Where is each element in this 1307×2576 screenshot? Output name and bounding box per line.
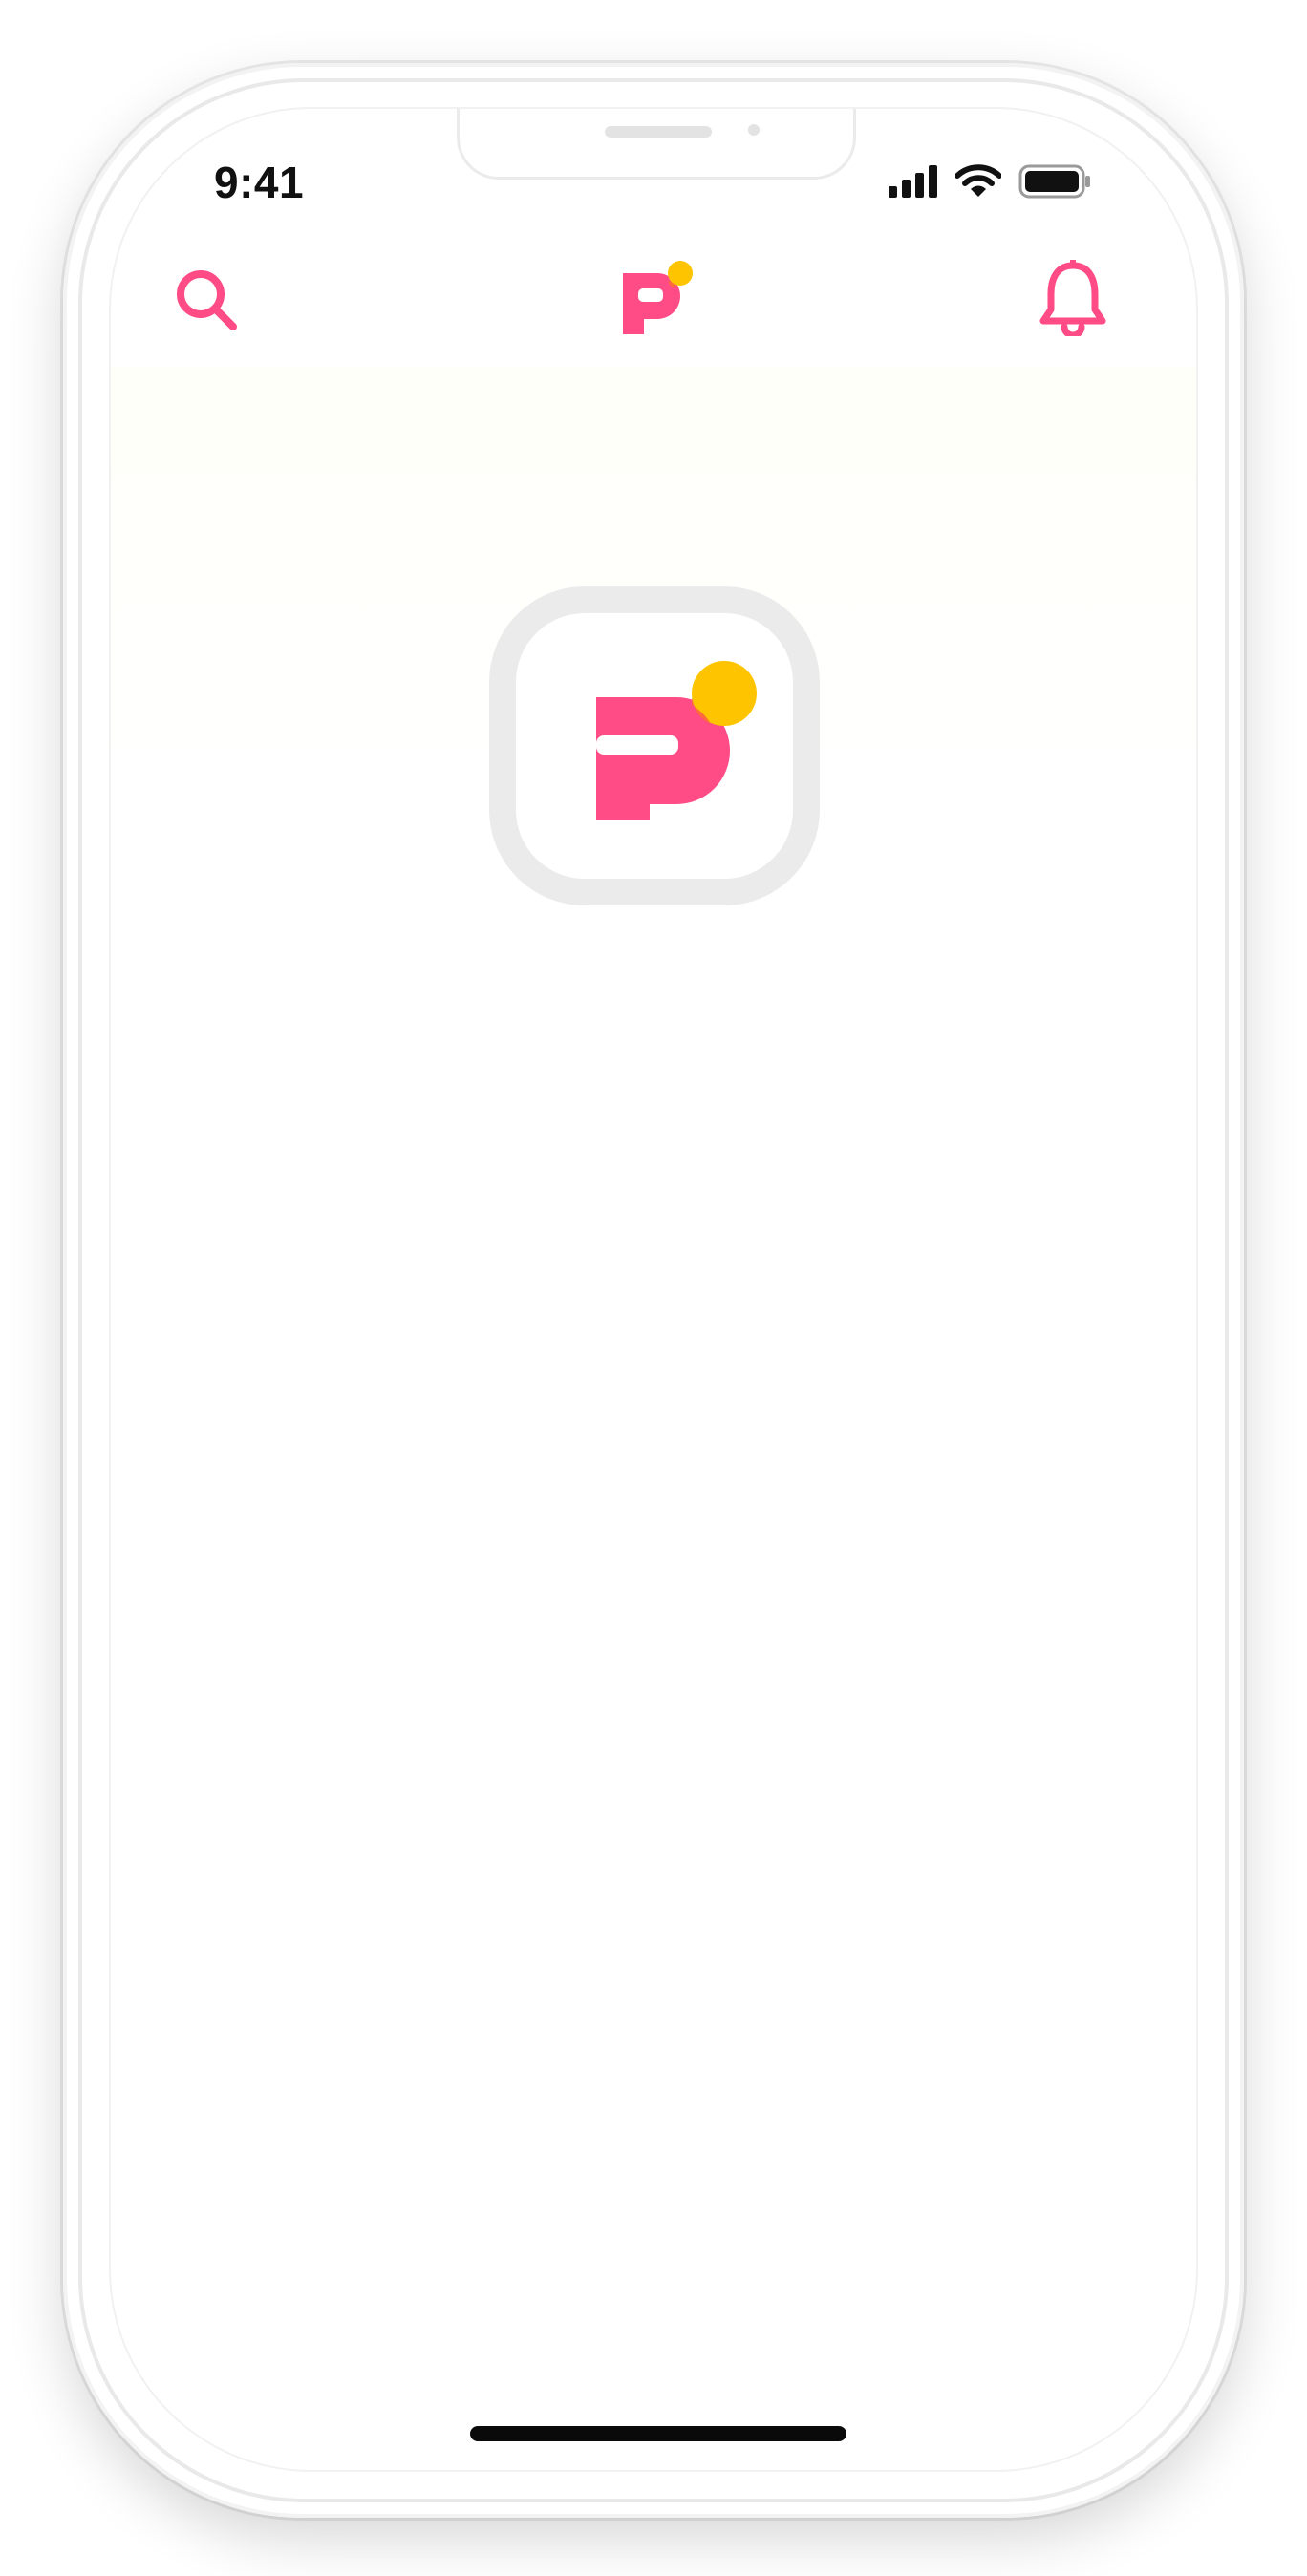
app-logo-icon [596,661,757,820]
app-logo-icon [623,261,693,334]
search-button[interactable] [174,267,239,332]
front-camera [748,124,760,136]
app-logo-button[interactable] [617,260,699,334]
status-time: 9:41 [214,158,305,207]
search-icon [177,270,237,330]
speaker-grille [605,126,712,138]
status-icons [889,163,1091,203]
loading-indicator [489,586,820,905]
notch [457,109,856,180]
home-indicator[interactable] [470,2426,846,2441]
wifi-icon [954,163,1002,203]
cellular-signal-icon [889,164,938,202]
phone-screen: 9:41 [111,109,1196,2470]
bell-icon [1039,257,1106,339]
notifications-button[interactable] [1038,257,1108,339]
page: 9:41 [0,0,1307,2576]
battery-icon [1018,164,1091,203]
